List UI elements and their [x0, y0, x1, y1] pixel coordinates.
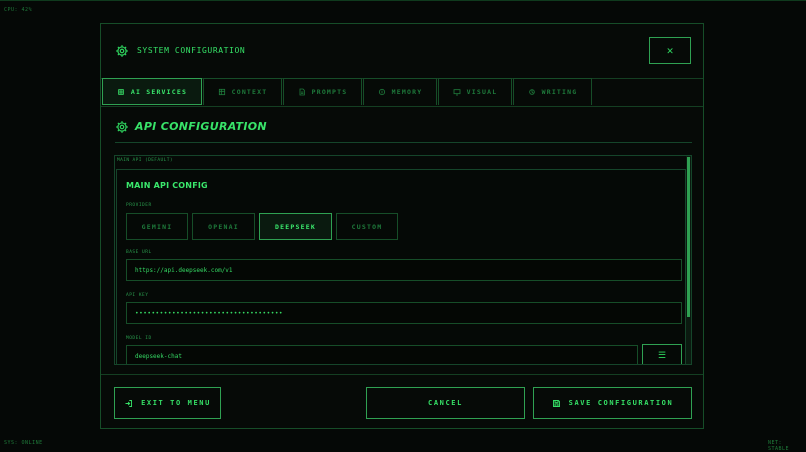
- dialog-title: SYSTEM CONFIGURATION: [137, 46, 246, 55]
- save-configuration-button[interactable]: SAVE CONFIGURATION: [533, 387, 692, 419]
- provider-deepseek-button[interactable]: DEEPSEEK: [259, 213, 332, 240]
- dialog-header: SYSTEM CONFIGURATION ✕: [101, 24, 703, 79]
- base-url-label: BASE URL: [126, 250, 152, 255]
- exit-label: EXIT TO MENU: [141, 399, 211, 407]
- top-edge-line: [0, 0, 806, 1]
- tab-label: PROMPTS: [311, 88, 348, 96]
- scrollbar-thumb[interactable]: [687, 157, 690, 317]
- tab-ai-services[interactable]: AI SERVICES: [102, 78, 202, 105]
- exit-to-menu-button[interactable]: EXIT TO MENU: [114, 387, 221, 419]
- api-key-label: API KEY: [126, 293, 149, 298]
- tab-label: MEMORY: [391, 88, 423, 96]
- api-config-scroll-region[interactable]: MAIN API (DEFAULT) MAIN API CONFIG PROVI…: [114, 155, 692, 365]
- main-api-label: MAIN API (DEFAULT): [117, 158, 173, 163]
- tab-context[interactable]: CONTEXT: [203, 78, 282, 105]
- monitor-icon: [453, 89, 461, 96]
- net-status: NET: STABLE: [768, 440, 790, 452]
- settings-icon: [116, 121, 128, 133]
- section-divider: [115, 142, 692, 143]
- model-list-button[interactable]: ☰: [642, 344, 682, 364]
- close-button[interactable]: ✕: [649, 37, 691, 64]
- system-configuration-dialog: SYSTEM CONFIGURATION ✕ AI SERVICES CONTE…: [100, 23, 704, 429]
- save-icon: [552, 399, 560, 407]
- card-title: MAIN API CONFIG: [126, 181, 208, 190]
- tab-visual[interactable]: VISUAL: [438, 78, 512, 105]
- provider-openai-button[interactable]: OPENAI: [192, 213, 255, 240]
- cancel-button[interactable]: CANCEL: [366, 387, 525, 419]
- cancel-label: CANCEL: [428, 399, 463, 407]
- memory-icon: [378, 88, 385, 96]
- tab-label: WRITING: [541, 88, 578, 96]
- exit-icon: [125, 399, 133, 407]
- sys-status: SYS: ONLINE: [4, 440, 43, 446]
- provider-label: PROVIDER: [126, 203, 152, 208]
- base-url-input[interactable]: https://api.deepseek.com/v1: [126, 259, 682, 281]
- file-text-icon: [299, 88, 305, 96]
- main-api-card: MAIN API CONFIG PROVIDER GEMINI OPENAI D…: [116, 169, 686, 364]
- model-id-label: MODEL ID: [126, 336, 152, 341]
- cpu-status: CPU: 42%: [4, 7, 33, 13]
- section-title: API CONFIGURATION: [135, 120, 267, 133]
- tab-writing[interactable]: WRITING: [513, 78, 592, 105]
- provider-custom-button[interactable]: CUSTOM: [336, 213, 398, 240]
- pen-icon: [528, 89, 535, 95]
- tab-label: VISUAL: [466, 88, 498, 96]
- tab-label: CONTEXT: [231, 88, 268, 96]
- config-tabs: AI SERVICES CONTEXT PROMPTS MEMORY VISUA…: [101, 78, 703, 107]
- api-key-input[interactable]: ••••••••••••••••••••••••••••••••••••: [126, 302, 682, 324]
- save-label: SAVE CONFIGURATION: [568, 399, 674, 407]
- footer-divider: [101, 374, 703, 375]
- tab-label: AI SERVICES: [130, 87, 188, 96]
- model-id-input[interactable]: deepseek-chat: [126, 345, 638, 364]
- tab-prompts[interactable]: PROMPTS: [283, 78, 362, 105]
- layers-icon: [218, 88, 225, 96]
- cpu-icon: [118, 88, 124, 95]
- close-icon: ✕: [666, 44, 674, 57]
- list-icon: ☰: [657, 350, 667, 361]
- tab-memory[interactable]: MEMORY: [363, 78, 437, 105]
- provider-gemini-button[interactable]: GEMINI: [126, 213, 188, 240]
- gear-icon: [116, 45, 128, 57]
